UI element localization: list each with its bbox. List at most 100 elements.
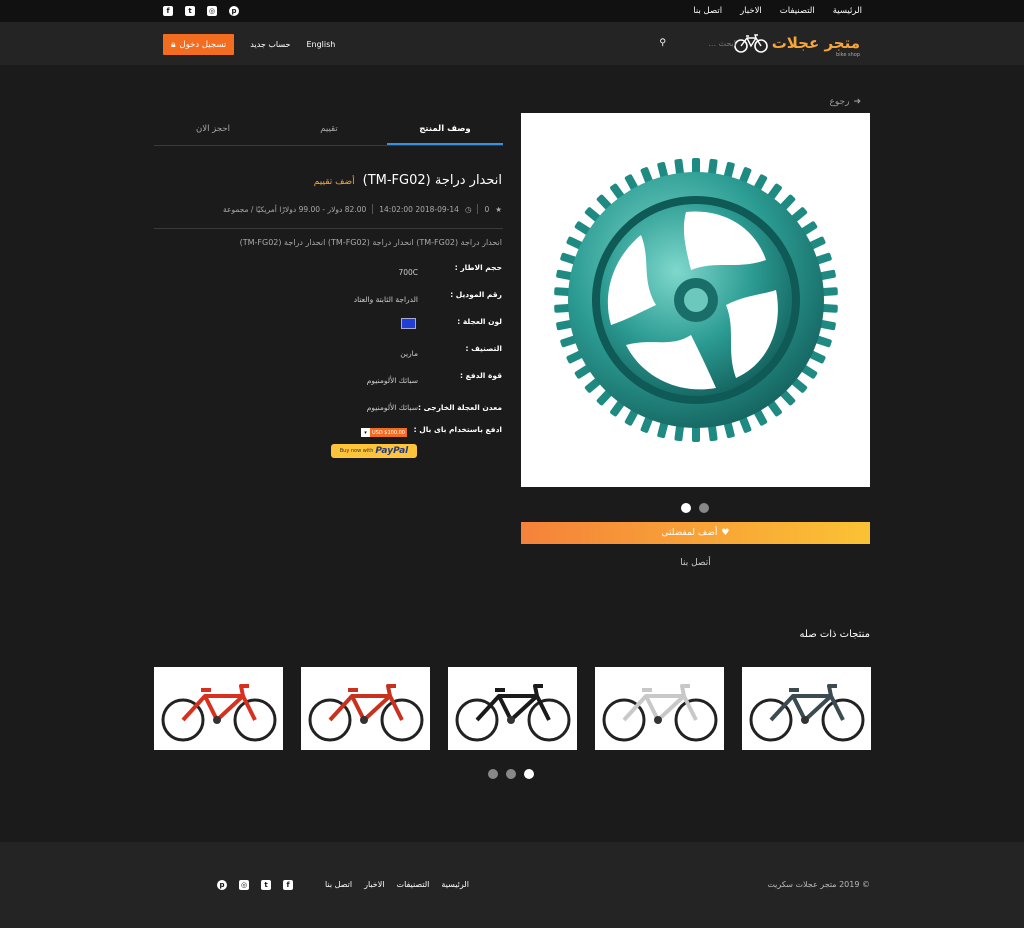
attr-frame-size-value: 700C — [398, 268, 418, 277]
paypal-price-select[interactable]: ▾ USD $100.00 — [361, 428, 407, 437]
wheel-color-swatch[interactable] — [401, 318, 416, 329]
twitter-icon[interactable]: t — [261, 880, 271, 890]
login-label: تسجيل دخول — [179, 39, 227, 50]
bicycle-image — [455, 683, 570, 741]
social-links: f t ◎ p — [163, 6, 239, 16]
arrow-right-icon: ➜ — [853, 97, 861, 107]
product-tabs: وصف المنتج تقييم احجز الان — [154, 117, 503, 146]
facebook-icon[interactable]: f — [283, 880, 293, 890]
bicycle-image — [749, 683, 864, 741]
register-link[interactable]: حساب جديد — [250, 40, 290, 49]
star-icon: ★ — [495, 204, 502, 214]
footer-contact[interactable]: اتصل بنا — [325, 880, 352, 889]
footer-social-links: p ◎ t f — [217, 880, 293, 890]
paypal-price: USD $100.00 — [370, 428, 407, 437]
carousel-dot[interactable] — [488, 769, 498, 779]
search-icon[interactable]: ⚲ — [659, 38, 666, 48]
facebook-icon[interactable]: f — [163, 6, 173, 16]
rating-count: 0 — [484, 204, 490, 214]
attr-frame-size-label: حجم الاطار : — [454, 263, 502, 272]
product-price: 82.00 دولار - 99.00 دولارًا أمريكيًا / م… — [222, 204, 367, 214]
footer-home[interactable]: الرئيسية — [441, 880, 469, 889]
logo-text: متجر عجلات — [771, 34, 860, 52]
pinterest-icon[interactable]: p — [229, 6, 239, 16]
related-product-card[interactable] — [595, 667, 724, 750]
related-product-card[interactable] — [154, 667, 283, 750]
contact-us-link[interactable]: أتصل بنا — [521, 558, 870, 568]
product-description: انحدار دراجة (TM-FG02) انحدار دراجة (TM-… — [239, 238, 502, 247]
add-review-link[interactable]: أضف تقييم — [314, 177, 355, 187]
carousel-dot[interactable] — [681, 503, 691, 513]
top-bar: f t ◎ p الرئيسية التصنيفات الاخبار اتصل … — [0, 0, 1024, 22]
paypal-logo: PayPal — [375, 446, 409, 456]
attr-category-label: التصنيف : — [465, 344, 502, 353]
bicycle-logo-icon — [733, 34, 768, 53]
add-to-favorites-button[interactable]: ♥ أضف لمفضلتى — [521, 522, 870, 544]
tab-book-now[interactable]: احجز الان — [155, 117, 271, 145]
divider — [477, 204, 479, 214]
product-date: 2018-09-14 14:02:00 — [379, 204, 459, 214]
attr-drive-label: قوة الدفع : — [459, 371, 502, 380]
tab-description[interactable]: وصف المنتج — [387, 117, 503, 145]
nav-contact[interactable]: اتصل بنا — [693, 6, 722, 16]
site-footer — [0, 842, 1024, 928]
related-products-title: منتجات ذات صله — [799, 629, 870, 640]
pinterest-icon[interactable]: p — [217, 880, 227, 890]
nav-news[interactable]: الاخبار — [740, 6, 762, 16]
related-product-card[interactable] — [301, 667, 430, 750]
site-header: متجر عجلات bike shop ⚲ 🔒︎ تسجيل دخول حسا… — [0, 22, 1024, 65]
attr-rim-value: سبائك الألومنيوم — [366, 403, 418, 412]
related-product-card[interactable] — [742, 667, 871, 750]
footer-nav: الرئيسية التصنيفات الاخبار اتصل بنا — [325, 880, 469, 889]
attr-model-value: الدراجة الثابتة والعتاد — [353, 295, 418, 304]
divider — [154, 228, 503, 229]
heart-icon: ♥ — [721, 528, 730, 538]
language-link[interactable]: English — [306, 40, 335, 49]
product-title-row: انحدار دراجة (TM-FG02) أضف تقييم — [314, 173, 502, 188]
attr-drive-value: سبائك الألومنيوم — [366, 376, 418, 385]
related-product-card[interactable] — [448, 667, 577, 750]
search-box: ⚲ — [659, 38, 736, 48]
bicycle-image — [308, 683, 423, 741]
carousel-dot[interactable] — [524, 769, 534, 779]
product-title: انحدار دراجة (TM-FG02) — [362, 173, 502, 188]
logo-subtitle: bike shop — [836, 52, 860, 58]
chevron-down-icon: ▾ — [361, 428, 370, 437]
divider — [372, 204, 374, 214]
top-nav: الرئيسية التصنيفات الاخبار اتصل بنا — [693, 6, 862, 16]
product-meta: ★ 0 ◷ 2018-09-14 14:02:00 82.00 دولار - … — [223, 204, 502, 214]
image-carousel-dots — [681, 503, 709, 513]
footer-news[interactable]: الاخبار — [364, 880, 384, 889]
search-input[interactable] — [676, 38, 736, 48]
attr-rim-label: معدن العجلة الخارجى : — [418, 403, 502, 412]
attr-wheel-color-label: لون العجلة : — [457, 317, 502, 326]
attr-paypal-label: ادفع باستخدام باى بال : — [413, 425, 502, 434]
back-label: رجوع — [829, 97, 850, 107]
back-link[interactable]: ➜ رجوع — [830, 97, 861, 107]
carousel-dot[interactable] — [506, 769, 516, 779]
chainring-image — [553, 158, 838, 442]
attr-category-value: مارين — [400, 349, 418, 358]
paypal-buy-button[interactable]: Buy now with PayPal — [331, 444, 417, 458]
footer-categories[interactable]: التصنيفات — [397, 880, 430, 889]
instagram-icon[interactable]: ◎ — [207, 6, 217, 16]
carousel-dot[interactable] — [699, 503, 709, 513]
tab-review[interactable]: تقييم — [271, 117, 387, 145]
copyright-text: © 2019 متجر عجلات سكريت — [767, 880, 870, 889]
favorites-label: أضف لمفضلتى — [661, 528, 718, 538]
header-actions: 🔒︎ تسجيل دخول حساب جديد English — [163, 34, 335, 55]
attr-model-label: رقم الموديل : — [450, 290, 502, 299]
clock-icon: ◷ — [464, 204, 472, 214]
paypal-buy-label: Buy now with — [339, 448, 374, 454]
product-image[interactable] — [521, 113, 870, 487]
instagram-icon[interactable]: ◎ — [239, 880, 249, 890]
site-logo[interactable]: متجر عجلات bike shop — [733, 33, 860, 58]
login-button[interactable]: 🔒︎ تسجيل دخول — [163, 34, 235, 55]
bicycle-image — [161, 683, 276, 741]
nav-home[interactable]: الرئيسية — [833, 6, 862, 16]
bicycle-image — [602, 683, 717, 741]
twitter-icon[interactable]: t — [185, 6, 195, 16]
nav-categories[interactable]: التصنيفات — [780, 6, 815, 16]
related-carousel-dots — [488, 769, 534, 779]
lock-icon: 🔒︎ — [171, 39, 176, 50]
